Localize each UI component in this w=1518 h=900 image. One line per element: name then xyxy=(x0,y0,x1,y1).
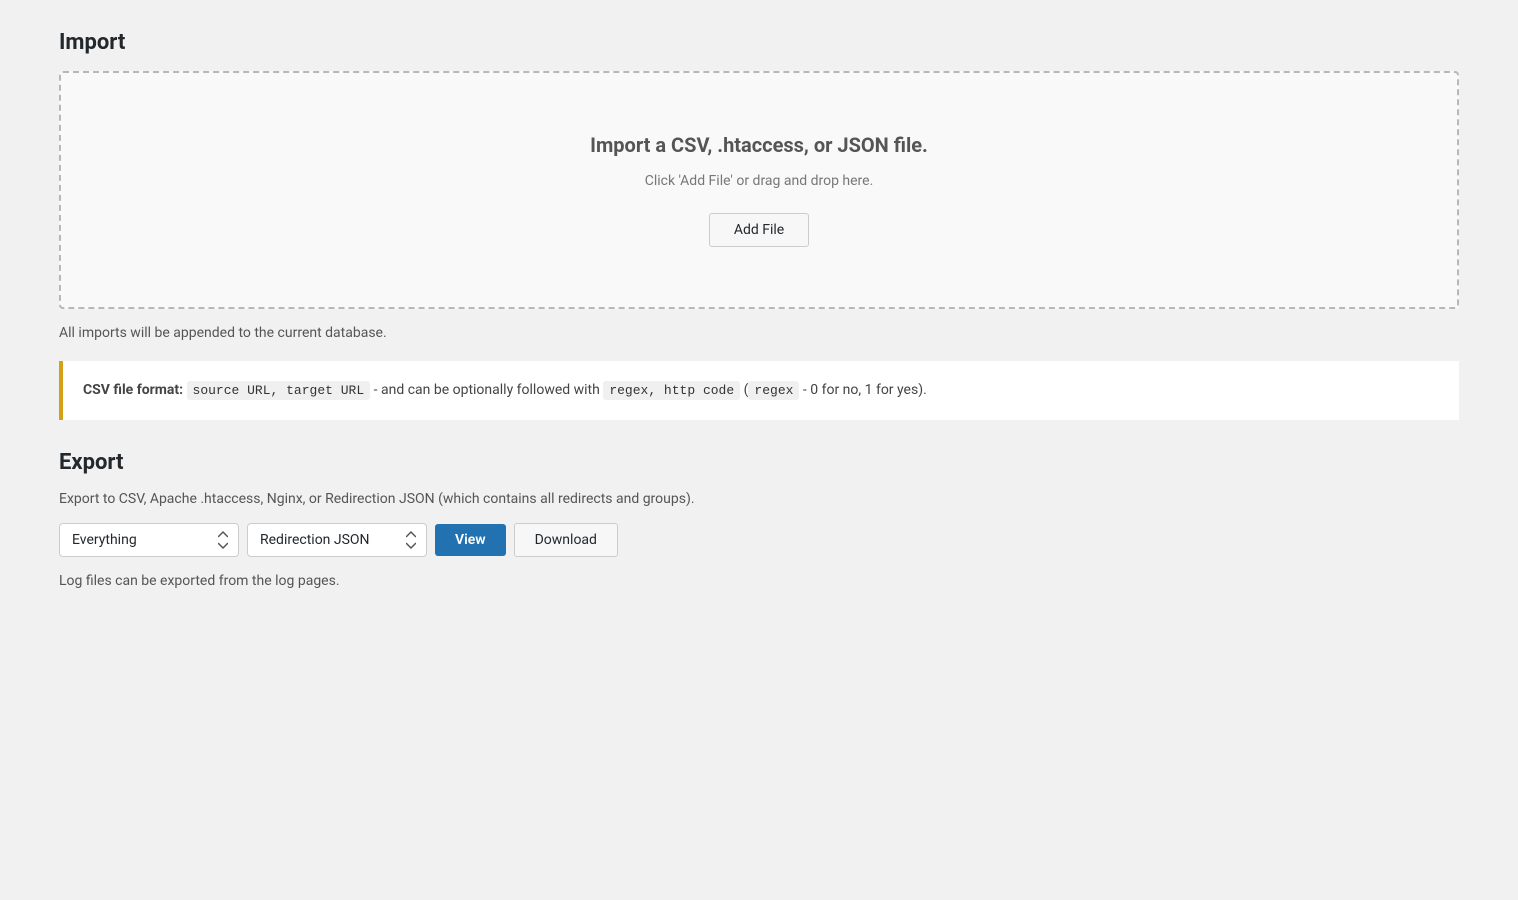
csv-suffix-text: - 0 for no, 1 for yes). xyxy=(803,382,927,398)
csv-format-prefix: CSV file format: xyxy=(83,382,183,398)
csv-code-2: regex, http code xyxy=(603,381,740,400)
page-container: Import Import a CSV, .htaccess, or JSON … xyxy=(59,30,1459,589)
export-format-select[interactable]: Redirection JSON CSV Apache .htaccess Ng… xyxy=(247,523,427,557)
export-description: Export to CSV, Apache .htaccess, Nginx, … xyxy=(59,491,1459,507)
download-button[interactable]: Download xyxy=(514,523,618,557)
csv-format-label: CSV file format: xyxy=(83,382,183,398)
import-title: Import xyxy=(59,30,1459,55)
import-section: Import Import a CSV, .htaccess, or JSON … xyxy=(59,30,1459,420)
csv-info-box: CSV file format: source URL, target URL … xyxy=(59,361,1459,420)
file-drop-zone[interactable]: Import a CSV, .htaccess, or JSON file. C… xyxy=(59,71,1459,309)
csv-code-3: regex xyxy=(748,381,799,400)
add-file-button[interactable]: Add File xyxy=(709,213,809,247)
import-note: All imports will be appended to the curr… xyxy=(59,325,1459,341)
csv-code-1: source URL, target URL xyxy=(187,381,371,400)
drop-zone-subtitle: Click 'Add File' or drag and drop here. xyxy=(81,173,1437,189)
drop-zone-title: Import a CSV, .htaccess, or JSON file. xyxy=(81,133,1437,157)
log-note: Log files can be exported from the log p… xyxy=(59,573,1459,589)
csv-middle-text: - and can be optionally followed with xyxy=(374,382,600,398)
export-title: Export xyxy=(59,450,1459,475)
export-section: Export Export to CSV, Apache .htaccess, … xyxy=(59,450,1459,589)
export-controls: Everything Groups Redirects Redirection … xyxy=(59,523,1459,557)
export-scope-select[interactable]: Everything Groups Redirects xyxy=(59,523,239,557)
view-button[interactable]: View xyxy=(435,524,506,556)
